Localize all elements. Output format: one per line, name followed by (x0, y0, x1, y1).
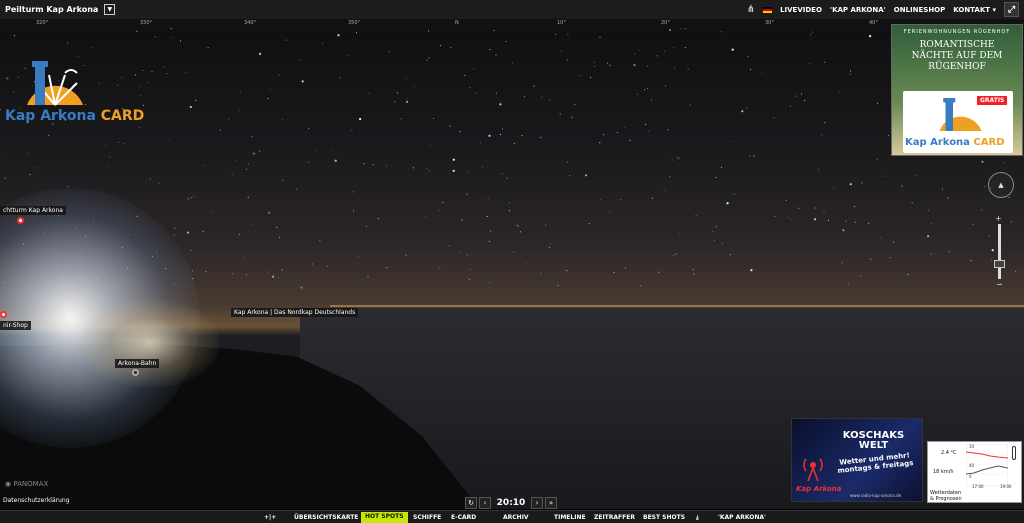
logo-card: CARD (100, 108, 145, 124)
nav-onlineshop[interactable]: ONLINESHOP (894, 6, 946, 14)
zoom-slider-track[interactable] (998, 224, 1001, 279)
menu-hot-spots[interactable]: HOT SPOTS (361, 512, 408, 523)
radio-tower-icon (803, 458, 823, 482)
zoom-in-icon[interactable]: + (995, 214, 1002, 223)
compass-tick: 320° (36, 20, 49, 26)
camera-dropdown-button[interactable]: ▼ (104, 4, 116, 15)
language-flag-icon[interactable] (763, 6, 773, 13)
zoom-slider-handle[interactable] (994, 260, 1005, 268)
gratis-badge: GRATIS (977, 96, 1008, 105)
weather-label-line: & Prognosen (930, 496, 962, 502)
weather-wind: 18 km/h (933, 469, 954, 475)
top-bar: Peilturm Kap Arkona ▼ ⋔ LIVEVIDEO 'KAP A… (0, 0, 1024, 19)
share-icon[interactable]: ⋔ (747, 4, 755, 15)
logo-text: Kap Arkona CARD (5, 108, 144, 124)
menu-timeline[interactable]: TIMELINE (554, 514, 586, 521)
poi-marker-bahn[interactable] (132, 369, 139, 376)
lighthouse-sun-icon (939, 98, 982, 131)
poi-label-nordkap[interactable]: Kap Arkona | Das Nordkap Deutschlands (231, 308, 359, 317)
latest-icon[interactable]: » (545, 497, 557, 509)
logo-name: Kap Arkona (5, 108, 96, 124)
ad-headline-line: RÜGENHOF (928, 62, 986, 72)
ad-koschaks-title-line: WELT (858, 440, 889, 451)
ad-koschaks-brand: Kap Arkona (796, 485, 842, 493)
poi-label-bahn[interactable]: Arkona-Bahn (115, 359, 160, 368)
compass-tick: 350° (348, 20, 361, 26)
camera-title: Peilturm Kap Arkona (5, 5, 99, 14)
compass-tick: 30° (765, 20, 774, 26)
privacy-link[interactable]: Datenschutzerklärung (3, 497, 70, 504)
compass-tick: 40° (869, 20, 878, 26)
menu-schiffe[interactable]: SCHIFFE (413, 514, 441, 521)
compass-strip: 320° 330° 340° 350° N 10° 20° 30° 40° (0, 19, 1024, 28)
ad-koschaks-welt[interactable]: KOSCHAKS WELT Wetter und mehr! montags &… (791, 418, 923, 502)
ad-koschaks-slogan: Wetter und mehr! montags & freitags (825, 450, 922, 476)
ad-koschaks-url: www.radio-kap-arkona.de (850, 493, 902, 498)
zoom-out-icon[interactable]: − (996, 280, 1003, 289)
nav-livevideo[interactable]: LIVEVIDEO (780, 6, 822, 14)
menu-uebersichtskarte[interactable]: ÜBERSICHTSKARTE (294, 514, 358, 521)
weather-widget[interactable]: 2.4 °C 18 km/h 10 40 0 17:00 19:00 Wette… (927, 441, 1022, 503)
poi-label-shop[interactable]: nir-Shop (0, 321, 31, 330)
ad-headline-line: ROMANTISCHE (919, 40, 995, 50)
weather-time-2: 19:00 (1000, 484, 1012, 489)
current-time[interactable]: 20:10 (493, 498, 529, 508)
compass-navigation-icon[interactable]: ▲ (988, 172, 1014, 198)
compass-tick: N (455, 20, 459, 26)
village-lights (80, 298, 220, 388)
menu-zeitraffer[interactable]: ZEITRAFFER (594, 514, 635, 521)
menu-best-shots[interactable]: BEST SHOTS (643, 514, 685, 521)
weather-scale-low: 0 (969, 474, 972, 479)
webcam-viewer: Peilturm Kap Arkona ▼ ⋔ LIVEVIDEO 'KAP A… (0, 0, 1024, 523)
ad-koschaks-title: KOSCHAKS WELT (826, 431, 921, 451)
lighthouse-sun-icon (27, 61, 83, 106)
menu-archiv[interactable]: ARCHIV (503, 514, 529, 521)
weather-temperature: 2.4 °C (941, 450, 957, 456)
compass-tick: 340° (244, 20, 257, 26)
weather-label: Wetterdaten & Prognosen (930, 490, 962, 502)
ad-headline-line: NÄCHTE AUF DEM (911, 51, 1003, 61)
ad-ruegenhof-headline: ROMANTISCHE NÄCHTE AUF DEM RÜGENHOF (892, 40, 1022, 73)
nav-kontakt-label: KONTAKT (953, 5, 991, 14)
next-icon[interactable]: › (531, 497, 543, 509)
compass-tick: 10° (557, 20, 566, 26)
menu-e-card[interactable]: E-CARD (451, 514, 476, 521)
nav-kontakt[interactable]: KONTAKT ▾ (953, 6, 996, 14)
ad-card-name: Kap Arkona (905, 137, 970, 148)
horizon-lights (330, 305, 1024, 307)
ad-ruegenhof-subtitle: FERIENWOHNUNGEN RÜGENHOF (903, 29, 1011, 35)
poi-marker-shop[interactable] (0, 311, 7, 318)
ad-ruegenhof[interactable]: FERIENWOHNUNGEN RÜGENHOF ROMANTISCHE NÄC… (891, 24, 1023, 156)
fullscreen-icon[interactable]: ⤢ (1004, 2, 1019, 17)
bottom-menu: +|+ ÜBERSICHTSKARTE HOT SPOTS SCHIFFE E-… (0, 510, 1024, 523)
compass-tick: 330° (140, 20, 153, 26)
thermometer-icon (1012, 446, 1016, 460)
kap-arkona-card-logo[interactable]: Kap Arkona CARD (5, 55, 144, 130)
poi-label-leuchtturm[interactable]: chtturm Kap Arkona (0, 206, 66, 215)
move-icon[interactable]: +|+ (264, 514, 276, 521)
download-icon[interactable]: ⤓ (696, 514, 699, 522)
weather-time-1: 17:00 (972, 484, 984, 489)
ad-card-text: Kap Arkona CARD (905, 137, 1005, 148)
panomax-label: PANOMAX (13, 480, 49, 488)
panomax-logo[interactable]: ◉ PANOMAX (5, 480, 48, 488)
poi-marker-leuchtturm[interactable] (17, 217, 24, 224)
top-nav: ⋔ LIVEVIDEO 'KAP ARKONA' ONLINESHOP KONT… (747, 0, 1019, 19)
ad-card-word: CARD (973, 137, 1005, 148)
previous-icon[interactable]: ‹ (479, 497, 491, 509)
compass-tick: 20° (661, 20, 670, 26)
weather-scale-mid: 40 (969, 463, 975, 468)
menu-kap-arkona[interactable]: 'KAP ARKONA' (718, 514, 766, 521)
weather-scale-top: 10 (969, 444, 975, 449)
reload-icon[interactable]: ↻ (465, 497, 477, 509)
nav-kap-arkona[interactable]: 'KAP ARKONA' (830, 6, 886, 14)
time-navigation: ↻ ‹ 20:10 › » (465, 496, 561, 510)
